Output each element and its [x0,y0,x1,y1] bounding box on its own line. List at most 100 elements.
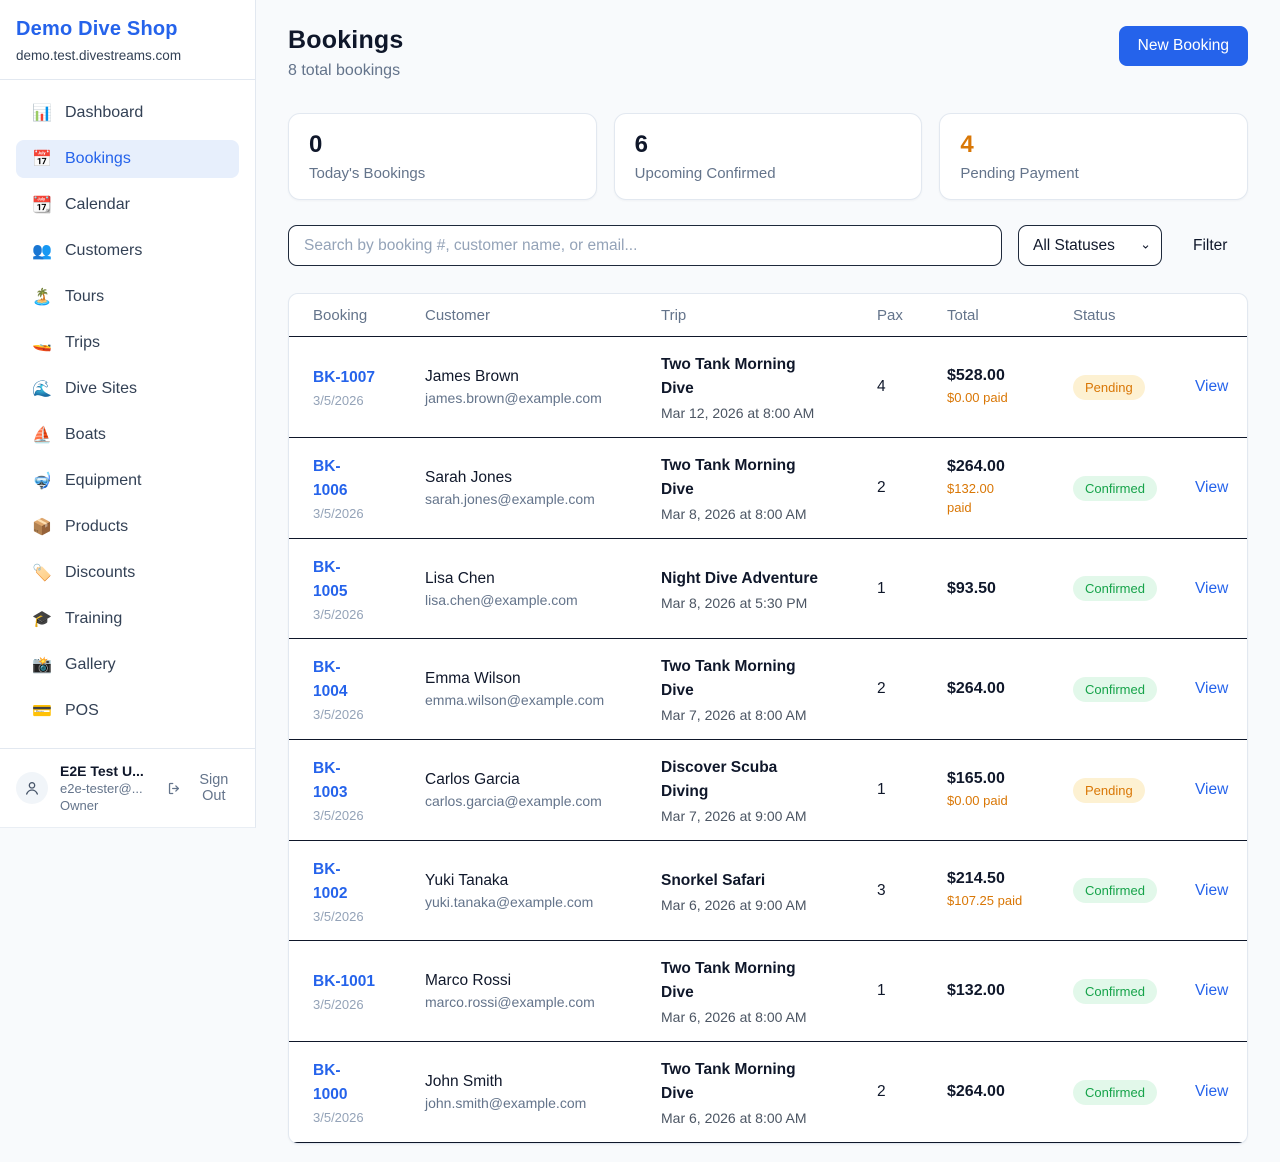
status-badge: Confirmed [1073,979,1157,1004]
total-amount: $93.50 [947,580,1073,598]
booking-id-link[interactable]: BK- 1005 [313,556,425,604]
sidebar-item-training[interactable]: 🎓 Training [16,600,239,638]
booking-date: 3/5/2026 [313,393,425,408]
page-title: Bookings [288,26,404,55]
sidebar-item-gallery[interactable]: 📸 Gallery [16,646,239,684]
table-row: BK-1001 3/5/2026 Marco Rossi marco.rossi… [289,941,1247,1042]
total-amount: $214.50 [947,870,1073,888]
calendar-icon: 📅 [32,149,52,169]
status-select[interactable]: All Statuses [1018,225,1162,266]
status-badge: Confirmed [1073,677,1157,702]
col-total: Total [947,307,1073,324]
col-pax: Pax [877,307,947,324]
avatar [16,772,48,804]
table-row: BK-1007 3/5/2026 James Brown james.brown… [289,337,1247,438]
total-amount: $132.00 [947,982,1073,1000]
sidebar-item-tours[interactable]: 🏝️ Tours [16,278,239,316]
status-badge: Pending [1073,375,1145,400]
view-link[interactable]: View [1195,882,1228,899]
status-badge: Confirmed [1073,476,1157,501]
pax-count: 4 [877,378,947,396]
person-icon [24,780,40,796]
sign-out-button[interactable]: Sign Out [167,772,239,804]
stat-card: 6 Upcoming Confirmed [614,113,923,200]
paid-amount: $132.00 paid [947,480,1073,518]
booking-id-link[interactable]: BK-1001 [313,970,425,994]
trip-name: Discover Scuba Diving [661,756,877,804]
sidebar-item-label: Trips [65,334,100,352]
view-link[interactable]: View [1195,982,1228,999]
booking-id-link[interactable]: BK-1007 [313,366,425,390]
page-header: Bookings 8 total bookings New Booking [288,26,1248,80]
status-badge: Pending [1073,778,1145,803]
sidebar-item-discounts[interactable]: 🏷️ Discounts [16,554,239,592]
sidebar-item-label: Dive Sites [65,380,137,398]
sidebar-item-label: Equipment [65,472,142,490]
trip-datetime: Mar 12, 2026 at 8:00 AM [661,405,877,421]
trip-datetime: Mar 8, 2026 at 8:00 AM [661,506,877,522]
view-link[interactable]: View [1195,1083,1228,1100]
sailboat-icon: ⛵ [32,425,52,445]
booking-date: 3/5/2026 [313,1110,425,1125]
trip-name: Two Tank Morning Dive [661,957,877,1005]
booking-id-link[interactable]: BK- 1004 [313,656,425,704]
view-link[interactable]: View [1195,680,1228,697]
filter-button[interactable]: Filter [1193,237,1227,255]
tag-icon: 🏷️ [32,563,52,583]
sidebar-item-customers[interactable]: 👥 Customers [16,232,239,270]
col-customer: Customer [425,307,661,324]
customer-name: Yuki Tanaka [425,872,661,890]
customer-email: lisa.chen@example.com [425,592,661,608]
table-row: BK- 1000 3/5/2026 John Smith john.smith@… [289,1042,1247,1143]
sidebar-item-pos[interactable]: 💳 POS [16,692,239,730]
customer-email: marco.rossi@example.com [425,994,661,1010]
stat-label: Upcoming Confirmed [635,165,902,182]
sidebar: Demo Dive Shop demo.test.divestreams.com… [0,0,256,828]
col-booking: Booking [313,307,425,324]
sidebar-item-trips[interactable]: 🚤 Trips [16,324,239,362]
customer-name: Lisa Chen [425,570,661,588]
new-booking-button[interactable]: New Booking [1119,26,1248,66]
pax-count: 2 [877,680,947,698]
status-badge: Confirmed [1073,878,1157,903]
sidebar-item-dive-sites[interactable]: 🌊 Dive Sites [16,370,239,408]
pax-count: 1 [877,781,947,799]
trip-name: Night Dive Adventure [661,567,877,591]
view-link[interactable]: View [1195,378,1228,395]
sidebar-item-label: Gallery [65,656,116,674]
main-content: Bookings 8 total bookings New Booking 0 … [256,0,1280,1144]
customer-name: Marco Rossi [425,972,661,990]
total-amount: $264.00 [947,458,1073,476]
sidebar-item-bookings[interactable]: 📅 Bookings [16,140,239,178]
table-row: BK- 1006 3/5/2026 Sarah Jones sarah.jone… [289,438,1247,539]
sidebar-item-products[interactable]: 📦 Products [16,508,239,546]
grad-cap-icon: 🎓 [32,609,52,629]
view-link[interactable]: View [1195,479,1228,496]
credit-card-icon: 💳 [32,701,52,721]
sidebar-item-dashboard[interactable]: 📊 Dashboard [16,94,239,132]
booking-id-link[interactable]: BK- 1002 [313,858,425,906]
customer-email: yuki.tanaka@example.com [425,894,661,910]
sidebar-item-boats[interactable]: ⛵ Boats [16,416,239,454]
booking-date: 3/5/2026 [313,997,425,1012]
booking-date: 3/5/2026 [313,808,425,823]
search-input[interactable] [288,225,1002,266]
trip-datetime: Mar 6, 2026 at 8:00 AM [661,1110,877,1126]
paid-amount: $0.00 paid [947,792,1073,811]
sidebar-item-label: POS [65,702,99,720]
booking-id-link[interactable]: BK- 1000 [313,1059,425,1107]
stat-value: 6 [635,131,902,159]
booking-id-link[interactable]: BK- 1006 [313,455,425,503]
shop-header: Demo Dive Shop demo.test.divestreams.com [0,0,255,80]
user-role: Owner [60,798,147,813]
sidebar-item-label: Boats [65,426,106,444]
sidebar-item-equipment[interactable]: 🤿 Equipment [16,462,239,500]
view-link[interactable]: View [1195,580,1228,597]
sidebar-item-calendar[interactable]: 📆 Calendar [16,186,239,224]
booking-id-link[interactable]: BK- 1003 [313,757,425,805]
dive-mask-icon: 🤿 [32,471,52,491]
view-link[interactable]: View [1195,781,1228,798]
user-footer: E2E Test U... e2e-tester@... Owner Sign … [0,748,255,827]
trip-name: Two Tank Morning Dive [661,1058,877,1106]
pax-count: 2 [877,479,947,497]
